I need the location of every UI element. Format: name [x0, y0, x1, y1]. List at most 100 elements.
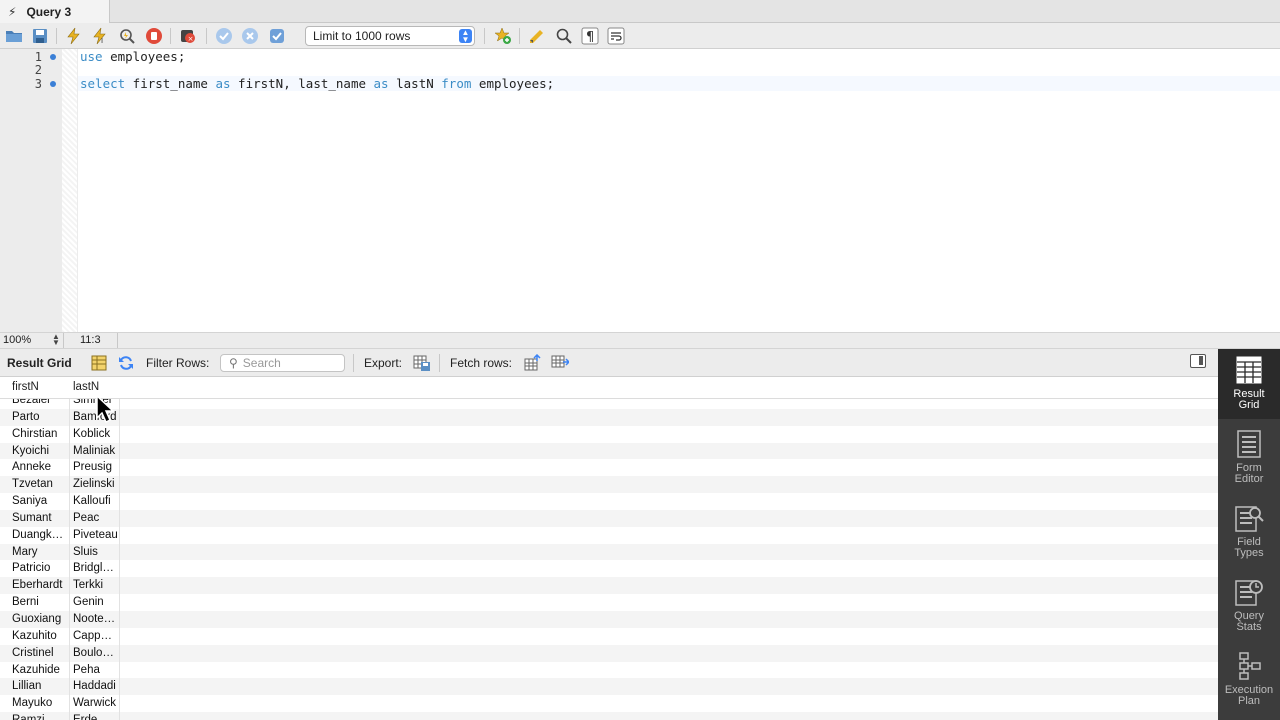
- query-stats-button[interactable]: Query Stats: [1218, 571, 1280, 641]
- result-grid-button[interactable]: Result Grid: [1218, 349, 1280, 419]
- toggle-errors-icon[interactable]: ×: [178, 27, 198, 45]
- cell-lastn[interactable]: Zielinski: [73, 478, 119, 490]
- execute-current-icon[interactable]: I: [90, 27, 110, 45]
- fetch-next-rows-icon[interactable]: [524, 353, 542, 372]
- cell-firstn[interactable]: Kazuhito: [12, 630, 70, 642]
- cell-firstn[interactable]: Ramzi: [12, 714, 70, 720]
- fetch-all-rows-icon[interactable]: [551, 354, 571, 372]
- grid-header: firstN lastN: [0, 377, 1218, 399]
- cell-firstn[interactable]: Patricio: [12, 562, 70, 574]
- cell-lastn[interactable]: Noote…: [73, 613, 119, 625]
- table-row[interactable]: RamziErde: [0, 712, 1218, 720]
- panel-label: Stats: [1236, 621, 1262, 633]
- cell-firstn[interactable]: Tzvetan: [12, 478, 70, 490]
- cell-lastn[interactable]: Bridgl…: [73, 562, 119, 574]
- form-editor-button[interactable]: Form Editor: [1218, 423, 1280, 493]
- column-header-lastn[interactable]: lastN: [73, 381, 99, 393]
- explain-icon[interactable]: [117, 27, 137, 45]
- cell-firstn[interactable]: Berni: [12, 596, 70, 608]
- cell-firstn[interactable]: Eberhardt: [12, 579, 70, 591]
- toggle-sidebar-icon[interactable]: [1190, 354, 1206, 368]
- cell-lastn[interactable]: Boulo…: [73, 647, 119, 659]
- table-row[interactable]: Guoxiang Noote…: [0, 610, 1218, 628]
- limit-rows-select[interactable]: Limit to 1000 rows ▲ ▼: [305, 26, 475, 46]
- table-row[interactable]: Kazuhito Capp…: [0, 628, 1218, 645]
- wrap-lines-icon[interactable]: [606, 27, 626, 45]
- cell-lastn[interactable]: Peac: [73, 512, 119, 524]
- table-row[interactable]: Lillian Haddadi: [0, 678, 1218, 696]
- table-row[interactable]: Kazuhide Peha: [0, 662, 1218, 679]
- table-row[interactable]: Chirstian Koblick: [0, 426, 1218, 443]
- cell-lastn[interactable]: Erde: [73, 714, 119, 720]
- table-row[interactable]: Parto Bamford: [0, 408, 1218, 426]
- tab-query-3[interactable]: ⚡︎ Query 3: [0, 0, 110, 23]
- sql-editor[interactable]: 1 2 3 use employees; select first_name a…: [0, 49, 1280, 332]
- toolbar-divider: [353, 354, 354, 372]
- cell-lastn[interactable]: Warwick: [73, 697, 119, 709]
- column-header-firstn[interactable]: firstN: [12, 381, 39, 393]
- statement-marker: [50, 54, 56, 60]
- invisible-chars-icon[interactable]: ¶: [580, 27, 600, 45]
- column-divider[interactable]: [119, 377, 120, 720]
- table-row[interactable]: Mary Sluis: [0, 543, 1218, 561]
- cell-firstn[interactable]: Duangk…: [12, 529, 70, 541]
- rollback-icon[interactable]: [240, 27, 260, 45]
- execute-lightning-icon[interactable]: [64, 27, 84, 45]
- table-row[interactable]: Tzvetan Zielinski: [0, 476, 1218, 494]
- tab-bar: ⚡︎ Query 3: [0, 0, 1280, 23]
- field-types-button[interactable]: Field Types: [1218, 497, 1280, 567]
- cell-lastn[interactable]: Peha: [73, 664, 119, 676]
- refresh-icon[interactable]: [117, 354, 135, 372]
- table-row[interactable]: Mayuko Warwick: [0, 695, 1218, 712]
- save-icon[interactable]: [30, 27, 50, 45]
- cell-firstn[interactable]: Chirstian: [12, 428, 70, 440]
- column-divider[interactable]: [69, 377, 70, 720]
- table-row[interactable]: Eberhardt Terkki: [0, 577, 1218, 595]
- cell-firstn[interactable]: Parto: [12, 411, 70, 423]
- open-folder-icon[interactable]: [4, 27, 24, 45]
- autocommit-icon[interactable]: [267, 27, 287, 45]
- cell-lastn[interactable]: Piveteau: [73, 529, 119, 541]
- table-row[interactable]: Sumant Peac: [0, 509, 1218, 527]
- cell-lastn[interactable]: Maliniak: [73, 445, 119, 457]
- add-snippet-star-icon[interactable]: [493, 27, 513, 45]
- table-row[interactable]: Cristinel Boulo…: [0, 644, 1218, 662]
- zoom-stepper-icon[interactable]: ▲ ▼: [52, 333, 60, 347]
- execution-plan-button[interactable]: Execution Plan: [1218, 645, 1280, 715]
- limit-rows-value: Limit to 1000 rows: [313, 29, 411, 43]
- table-row[interactable]: Berni Genin: [0, 594, 1218, 611]
- export-icon[interactable]: [413, 354, 431, 372]
- table-row[interactable]: Saniya Kalloufi: [0, 493, 1218, 510]
- zoom-level[interactable]: 100%: [3, 334, 31, 346]
- beautify-icon[interactable]: [527, 27, 547, 45]
- cell-lastn[interactable]: Haddadi: [73, 680, 119, 692]
- cell-firstn[interactable]: Mary: [12, 546, 70, 558]
- cell-lastn[interactable]: Kalloufi: [73, 495, 119, 507]
- stop-icon[interactable]: [144, 27, 164, 45]
- table-row[interactable]: Patricio Bridgl…: [0, 560, 1218, 577]
- table-row[interactable]: Kyoichi Maliniak: [0, 442, 1218, 460]
- grid-layout-icon[interactable]: [90, 354, 108, 372]
- cell-firstn[interactable]: Sumant: [12, 512, 70, 524]
- cell-lastn[interactable]: Sluis: [73, 546, 119, 558]
- table-row[interactable]: Anneke Preusig: [0, 459, 1218, 476]
- find-icon[interactable]: [554, 27, 574, 45]
- cell-lastn[interactable]: Genin: [73, 596, 119, 608]
- table-row[interactable]: Duangk… Piveteau: [0, 527, 1218, 544]
- cell-lastn[interactable]: Preusig: [73, 461, 119, 473]
- commit-icon[interactable]: [214, 27, 234, 45]
- cell-lastn[interactable]: Capp…: [73, 630, 119, 642]
- result-grid[interactable]: Bezalel Simmel Parto Bamford Chirstian Koblic…: [0, 377, 1218, 720]
- cell-firstn[interactable]: Saniya: [12, 495, 70, 507]
- cell-lastn[interactable]: Koblick: [73, 428, 119, 440]
- cell-firstn[interactable]: Anneke: [12, 461, 70, 473]
- cell-firstn[interactable]: Guoxiang: [12, 613, 70, 625]
- cell-lastn[interactable]: Terkki: [73, 579, 119, 591]
- panel-label: Editor: [1234, 473, 1264, 485]
- cell-firstn[interactable]: Kyoichi: [12, 445, 70, 457]
- cell-firstn[interactable]: Cristinel: [12, 647, 70, 659]
- filter-search-input[interactable]: ⚲ Search: [220, 354, 345, 372]
- cell-firstn[interactable]: Lillian: [12, 680, 70, 692]
- cell-firstn[interactable]: Mayuko: [12, 697, 70, 709]
- cell-firstn[interactable]: Kazuhide: [12, 664, 70, 676]
